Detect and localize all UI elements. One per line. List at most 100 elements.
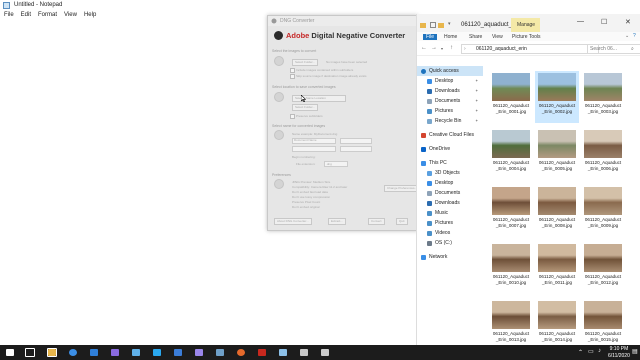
file-tile[interactable]: 061120_Aquaduct _Erin_0005.jpg	[535, 128, 579, 180]
nav-item[interactable]: Videos	[417, 228, 483, 238]
filezilla-taskbar-button[interactable]	[256, 347, 268, 358]
qat-dropdown-icon[interactable]: ▾	[448, 21, 451, 27]
nav-item[interactable]: Documents ✦	[417, 96, 483, 106]
file-tile[interactable]: 061120_Aquaduct _Erin_0007.jpg	[489, 185, 533, 237]
notepad-title-bar[interactable]: Untitled - Notepad	[0, 0, 640, 10]
skip-existing-checkbox[interactable]	[290, 74, 295, 79]
recent-locations-icon[interactable]: ▾	[441, 46, 443, 51]
menu-format[interactable]: Format	[38, 12, 57, 18]
notepad-taskbar-button[interactable]	[277, 347, 289, 358]
expand-ribbon-icon[interactable]: ⌄	[625, 33, 629, 39]
dng-taskbar-button[interactable]	[298, 347, 310, 358]
manage-contextual-tab[interactable]: Manage	[511, 18, 540, 32]
file-tile[interactable]: 061120_Aquaduct _Erin_0012.jpg	[581, 242, 625, 294]
volume-icon[interactable]: ♪	[598, 348, 601, 354]
nav-item[interactable]: Downloads ✦	[417, 86, 483, 96]
tab-file[interactable]: File	[423, 34, 438, 40]
nav-item[interactable]: OneDrive	[417, 144, 483, 154]
nav-item[interactable]: Creative Cloud Files	[417, 130, 483, 140]
nav-item[interactable]: Downloads	[417, 198, 483, 208]
pin-icon[interactable]: ✦	[475, 106, 478, 116]
edge-taskbar-button[interactable]	[67, 347, 79, 358]
nav-item[interactable]: Recycle Bin ✦	[417, 116, 483, 126]
new-folder-icon[interactable]	[438, 22, 444, 28]
nav-item[interactable]: OS (C:)	[417, 238, 483, 248]
start-button[interactable]	[4, 347, 16, 358]
change-preferences-button[interactable]: Change Preferences...	[384, 185, 421, 192]
file-tile[interactable]: 061120_Aquaduct _Erin_0015.jpg	[581, 299, 625, 345]
select-destination-folder-button[interactable]: Select Folder...	[292, 104, 319, 111]
premiere-taskbar-button[interactable]	[193, 347, 205, 358]
file-tile[interactable]: 061120_Aquaduct _Erin_0011.jpg	[535, 242, 579, 294]
pin-icon[interactable]: ✦	[475, 86, 478, 96]
quit-button[interactable]: Quit	[396, 218, 408, 225]
photoshop-taskbar-button[interactable]	[151, 347, 163, 358]
file-explorer-taskbar-button[interactable]	[46, 347, 58, 358]
file-tile[interactable]: 061120_Aquaduct _Erin_0006.jpg	[581, 128, 625, 180]
tab-view[interactable]: View	[492, 34, 503, 40]
mail-taskbar-button[interactable]	[88, 347, 100, 358]
nav-item[interactable]: Pictures	[417, 218, 483, 228]
preserve-subfolders-checkbox[interactable]	[290, 114, 295, 119]
nav-item[interactable]: Pictures ✦	[417, 106, 483, 116]
file-tile[interactable]: 061120_Aquaduct _Erin_0002.jpg	[535, 71, 579, 123]
tab-home[interactable]: Home	[444, 34, 457, 40]
back-icon[interactable]: ←	[421, 45, 427, 51]
nav-item[interactable]: Desktop	[417, 178, 483, 188]
nav-item[interactable]: Documents	[417, 188, 483, 198]
properties-icon[interactable]	[430, 22, 436, 28]
file-tile[interactable]: 061120_Aquaduct _Erin_0009.jpg	[581, 185, 625, 237]
dng-title-bar[interactable]: DNG Converter	[268, 16, 417, 26]
clock[interactable]: 9:10 PM 6/11/2020	[608, 346, 630, 359]
extract-button[interactable]: Extract...	[328, 218, 346, 225]
nav-item[interactable]: This PC	[417, 158, 483, 168]
name-format-select-2[interactable]	[340, 138, 372, 144]
convert-button[interactable]: Convert	[368, 218, 385, 225]
app-taskbar-button[interactable]	[214, 347, 226, 358]
pin-icon[interactable]: ✦	[475, 96, 478, 106]
sync-taskbar-button[interactable]	[172, 347, 184, 358]
pin-icon[interactable]: ✦	[475, 76, 478, 86]
search-input[interactable]: Search 06... ⌕	[587, 44, 640, 54]
file-tile[interactable]: 061120_Aquaduct _Erin_0008.jpg	[535, 185, 579, 237]
menu-help[interactable]: Help	[84, 12, 96, 18]
pin-icon[interactable]: ✦	[475, 116, 478, 126]
firefox-taskbar-button[interactable]	[235, 347, 247, 358]
file-tile[interactable]: 061120_Aquaduct _Erin_0001.jpg	[489, 71, 533, 123]
forward-icon[interactable]: →	[431, 45, 437, 51]
network-tray-icon[interactable]: ▭	[588, 348, 594, 355]
file-tile[interactable]: 061120_Aquaduct _Erin_0013.jpg	[489, 299, 533, 345]
tab-picture-tools[interactable]: Picture Tools	[512, 34, 541, 40]
maximize-icon[interactable]: ☐	[601, 18, 607, 26]
name-format-select-4[interactable]	[340, 146, 372, 152]
file-tile[interactable]: 061120_Aquaduct _Erin_0003.jpg	[581, 71, 625, 123]
search-taskbar-button[interactable]	[24, 347, 36, 358]
file-tile[interactable]: 061120_Aquaduct _Erin_0004.jpg	[489, 128, 533, 180]
bridge-taskbar-button[interactable]	[109, 347, 121, 358]
minimize-icon[interactable]: —	[577, 18, 584, 25]
address-input[interactable]: › 061120_aquaduct_erin	[461, 44, 599, 54]
name-format-select-3[interactable]	[292, 146, 336, 152]
lightroom-taskbar-button[interactable]	[130, 347, 142, 358]
nav-item[interactable]: Desktop ✦	[417, 76, 483, 86]
nav-item[interactable]: Quick access	[417, 66, 483, 76]
nav-item[interactable]: 3D Objects	[417, 168, 483, 178]
notifications-icon[interactable]: ▤	[632, 348, 638, 355]
nav-item[interactable]: Network	[417, 252, 483, 262]
close-icon[interactable]: ✕	[625, 18, 631, 26]
menu-edit[interactable]: Edit	[21, 12, 31, 18]
tab-share[interactable]: Share	[469, 34, 482, 40]
file-tile[interactable]: 061120_Aquaduct _Erin_0010.jpg	[489, 242, 533, 294]
select-source-folder-button[interactable]: Select Folder...	[292, 59, 319, 66]
menu-file[interactable]: File	[4, 12, 14, 18]
help-icon[interactable]: ?	[633, 33, 636, 39]
about-dng-button[interactable]: About DNG Converter...	[274, 218, 312, 225]
explorer-title-bar[interactable]: ▾ 061120_aquaduct_e... Manage — ☐ ✕	[417, 14, 640, 32]
include-subfolders-checkbox[interactable]	[290, 68, 295, 73]
system-tray-chevron-icon[interactable]: ⌃	[578, 349, 583, 356]
up-icon[interactable]: ↑	[450, 45, 453, 51]
file-tile[interactable]: 061120_Aquaduct _Erin_0014.jpg	[535, 299, 579, 345]
menu-view[interactable]: View	[64, 12, 77, 18]
nav-item[interactable]: Music	[417, 208, 483, 218]
camera-taskbar-button[interactable]	[319, 347, 331, 358]
